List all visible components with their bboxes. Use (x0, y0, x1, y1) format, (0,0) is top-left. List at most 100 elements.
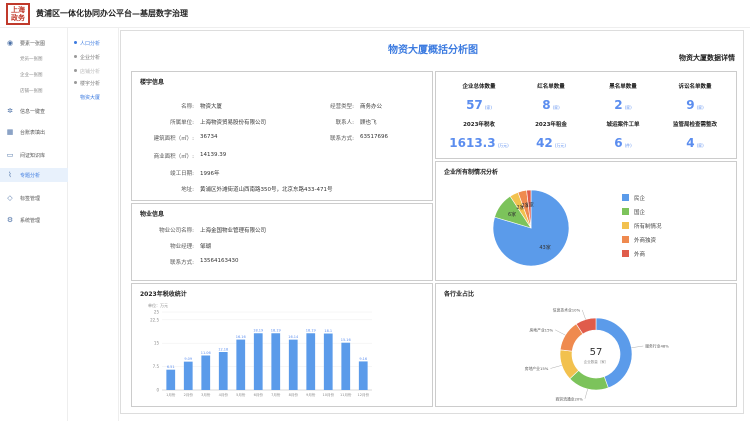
main-content: 物资大厦概括分析图 物资大厦数据详情 楼宇信息 名称: 物资大厦 经营类型: 商… (120, 30, 744, 414)
stat-black-list: 黑名单数量 2 (家) (609, 84, 637, 112)
x-tick-label: 4月份 (219, 392, 229, 397)
bar (288, 339, 298, 390)
tax-unit-label: 单位：万元 (148, 302, 168, 308)
bar (236, 339, 246, 390)
leader-line (555, 329, 566, 336)
stats-card: 企业总体数量 57 (家) 红名单数量 8 (家) 黑名单数量 2 (家) 诉讼名单数量 9(… (435, 71, 737, 159)
stat-company-total: 企业总体数量 57 (家) (462, 84, 496, 112)
legend-swatch (622, 222, 629, 229)
x-tick-label: 9月份 (306, 392, 316, 397)
bar-data-label: 18.19 (306, 329, 316, 333)
bar (271, 333, 281, 390)
x-tick-label: 10月份 (323, 392, 335, 397)
industry-card: 各行业占比 服务行业48% 商贸流通业20% 房地产业15% 房地产业15% 信息技术业… (435, 283, 737, 407)
bar-data-label: 16.14 (288, 335, 299, 339)
x-tick-label: 7月份 (271, 392, 281, 397)
chart-icon: ⌇ (8, 171, 12, 179)
donut-slice-label: 服务行业48% (645, 344, 669, 349)
sidebar: ◉ 要素一张图 党员一张图 企业一张图 店铺一张图 ✲ 信息一键查 ▦ 台账表填出 ▭… (0, 28, 68, 421)
settings-icon: ⚙ (6, 216, 14, 224)
grid-icon: ▦ (6, 128, 14, 136)
bar (358, 361, 368, 390)
x-tick-label: 8月份 (289, 392, 299, 397)
sidebar-item-topic-analysis[interactable]: ⌇ 专题分析 (0, 168, 68, 182)
building-info-title: 楼宇信息 (140, 79, 165, 86)
legend-item: 所有制情况 (622, 222, 662, 236)
stat-rent-2023: 2023年租金 42 (万元) (535, 122, 567, 150)
bar-data-label: 9.09 (184, 357, 192, 361)
y-tick-label: 15 (154, 341, 160, 346)
x-tick-label: 6月份 (254, 392, 264, 397)
sidebar-item-info-query[interactable]: ✲ 信息一键查 (0, 104, 68, 118)
sidebar-item-system[interactable]: ⚙ 系统管理 (0, 213, 68, 227)
bar-data-label: 18.19 (253, 329, 263, 333)
logo-icon: 上海 政务 (6, 3, 30, 25)
subnav-item-shop[interactable]: 店铺分析 (69, 66, 119, 76)
y-tick-label: 7.5 (153, 364, 160, 369)
subnav-item-company[interactable]: 企业分析 (69, 52, 119, 62)
bar (306, 333, 316, 390)
ownership-card: 企业所有制情况分析 43家 6家 2家 2家 1家 民企 国企 所有制情况 外商独资 外… (435, 161, 737, 281)
leader-line (584, 388, 588, 399)
sidebar-item-tag-manage[interactable]: ◇ 标签管理 (0, 191, 68, 205)
bar (323, 333, 333, 390)
legend-item: 民企 (622, 194, 662, 208)
bar-data-label: 12.18 (218, 347, 228, 351)
stat-city-cases: 城运案件工单 6 (件) (606, 122, 640, 150)
legend-item: 外商独资 (622, 236, 662, 250)
bar (201, 355, 211, 390)
sidebar-item-shop-map[interactable]: 店铺一张图 (0, 84, 68, 98)
subnav-item-wuzi[interactable]: 物资大厦 (69, 92, 119, 102)
industry-center-label: 企业数量（家） (584, 359, 609, 364)
bar (183, 361, 193, 390)
subnav-item-population[interactable]: 人口分析 (69, 38, 119, 48)
x-tick-label: 5月份 (236, 392, 246, 397)
donut-slice-label: 房地产业15% (530, 327, 554, 332)
ownership-pie-chart: 43家6家2家2家1家 (492, 189, 570, 267)
y-tick-label: 25 (154, 310, 160, 315)
x-tick-label: 3月份 (201, 392, 211, 397)
bar (341, 342, 351, 390)
monitor-icon: ▭ (6, 151, 14, 159)
stat-tax-2023: 2023年税收 1613.3 (万元) (449, 122, 509, 150)
leader-line (582, 309, 586, 320)
bar (218, 351, 228, 390)
x-tick-label: 1月份 (166, 392, 176, 397)
sidebar-item-ledger[interactable]: ▦ 台账表填出 (0, 125, 68, 139)
donut-slice-label: 信息技术业10% (553, 307, 581, 312)
property-info-title: 物业信息 (140, 211, 165, 218)
donut-slice-label: 房地产业15% (525, 366, 549, 371)
bar-data-label: 9.16 (359, 357, 367, 361)
tax-chart-title: 2023年税收统计 (140, 291, 187, 298)
stat-rectification: 监管局检查需整改 4 (家) (672, 122, 717, 150)
x-tick-label: 11月份 (340, 392, 352, 397)
ownership-title: 企业所有制情况分析 (444, 169, 499, 176)
legend-item: 国企 (622, 208, 662, 222)
tax-bar-chart: 单位：万元 0 7.5 15 22.5 25 6.51 1月份 9.09 2月份 11.06 3月份… (148, 302, 372, 397)
stat-red-list: 红名单数量 8 (家) (537, 84, 565, 112)
sidebar-item-knowledge[interactable]: ▭ 间证知识库 (0, 148, 68, 162)
bar-data-label: 18.1 (324, 329, 332, 333)
tag-icon: ◇ (7, 194, 13, 202)
donut-slice-label: 商贸流通业20% (555, 396, 583, 401)
industry-center-value: 57 (590, 347, 603, 358)
app-header: 上海 政务 黄浦区一体化协同办公平台—基层数字治理 (0, 0, 750, 28)
legend-swatch (622, 250, 629, 257)
y-tick-label: 22.5 (150, 317, 159, 322)
leader-line (631, 345, 644, 348)
bar-data-label: 11.06 (201, 351, 211, 355)
page-subtitle: 物资大厦数据详情 (679, 54, 735, 62)
legend-swatch (622, 236, 629, 243)
bar (253, 333, 263, 390)
sidebar-item-party-map[interactable]: 党员一张图 (0, 52, 68, 66)
pie-slice-label: 1家 (526, 201, 534, 208)
stat-lawsuit-list: 诉讼名单数量 9 (家) (678, 84, 712, 112)
pie-slice-label: 43家 (539, 244, 550, 251)
x-tick-label: 12月份 (358, 392, 370, 397)
location-icon: ◉ (6, 39, 14, 47)
subnav-item-building[interactable]: 楼宇分析 (69, 78, 119, 88)
sidebar-item-company-map[interactable]: 企业一张图 (0, 68, 68, 82)
sidebar-item-elements-map[interactable]: ◉ 要素一张图 (0, 36, 68, 50)
x-tick-label: 2月份 (184, 392, 194, 397)
y-tick-label: 0 (156, 388, 159, 393)
